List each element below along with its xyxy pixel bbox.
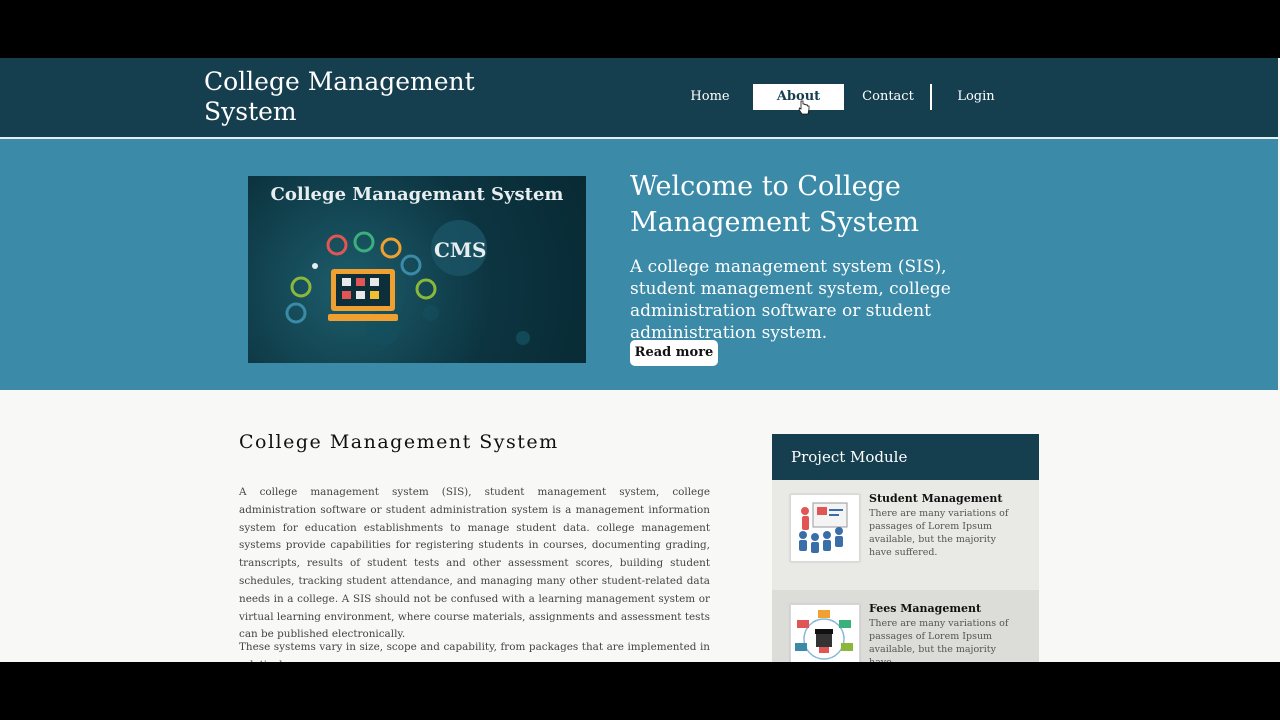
hand-cursor-icon xyxy=(798,100,810,115)
module-title[interactable]: Fees Management xyxy=(869,602,981,615)
hero-description: A college management system (SIS), stude… xyxy=(630,257,951,343)
content-paragraph: A college management system (SIS), stude… xyxy=(239,486,710,641)
fees-flowchart-icon xyxy=(790,604,860,662)
hero-image: College Managemant System CMS xyxy=(248,176,586,363)
read-more-button[interactable]: Read more xyxy=(630,340,718,366)
nav-home[interactable]: Home xyxy=(686,84,734,110)
site-header: College Management System Home About Pro… xyxy=(0,58,1278,139)
module-description: There are many variations of passages of… xyxy=(869,618,1009,662)
nav-divider xyxy=(930,84,932,110)
hero-image-badge: CMS xyxy=(434,238,487,262)
module-description: There are many variations of passages of… xyxy=(869,508,1009,558)
browser-page: College Management System Home About Pro… xyxy=(0,58,1280,662)
hero-banner: College Managemant System CMS Welcome to… xyxy=(0,139,1278,390)
student-presentation-icon xyxy=(790,494,860,562)
panel-title: Project Module xyxy=(772,434,1039,480)
content-paragraph: These systems vary in size, scope and ca… xyxy=(239,641,710,662)
nav-login[interactable]: Login xyxy=(952,84,1000,110)
module-item-fees-management[interactable]: Fees Management There are many variation… xyxy=(772,590,1039,662)
module-title[interactable]: Student Management xyxy=(869,492,1002,505)
hero-title: Welcome to College Management System xyxy=(630,171,919,238)
content-title: College Management System xyxy=(239,431,559,453)
project-module-panel: Project Module Student Management There xyxy=(772,434,1039,662)
nav-contact[interactable]: Contact xyxy=(860,84,916,110)
module-item-student-management[interactable]: Student Management There are many variat… xyxy=(772,480,1039,590)
main-nav: Home About Project Contact Login xyxy=(0,84,1278,130)
cms-illustration-icon xyxy=(285,220,530,345)
